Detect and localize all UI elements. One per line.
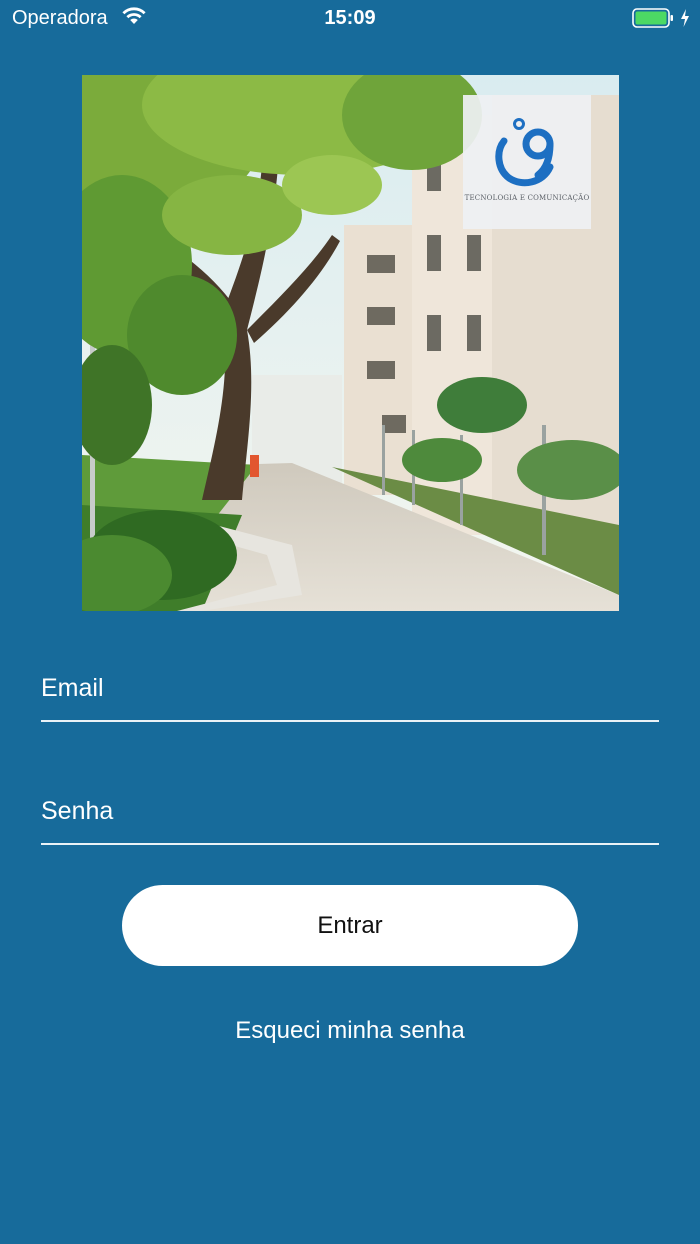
i9-logo-icon	[495, 118, 554, 187]
status-time: 15:09	[324, 7, 376, 29]
logo-tagline: TECNOLOGIA E COMUNICAÇÃO	[464, 194, 590, 202]
login-button[interactable]: Entrar	[122, 885, 578, 966]
password-input[interactable]	[41, 791, 659, 831]
status-bar: Operadora 15:09	[0, 0, 700, 38]
password-field[interactable]	[41, 781, 659, 845]
email-field[interactable]	[41, 658, 659, 722]
company-logo: TECNOLOGIA E COMUNICAÇÃO	[463, 95, 591, 229]
campus-photo: TECNOLOGIA E COMUNICAÇÃO	[82, 75, 619, 611]
email-input[interactable]	[41, 668, 659, 708]
charging-bolt-icon	[679, 8, 691, 28]
battery-icon	[632, 8, 674, 28]
forgot-password-link[interactable]: Esqueci minha senha	[0, 1015, 700, 1047]
